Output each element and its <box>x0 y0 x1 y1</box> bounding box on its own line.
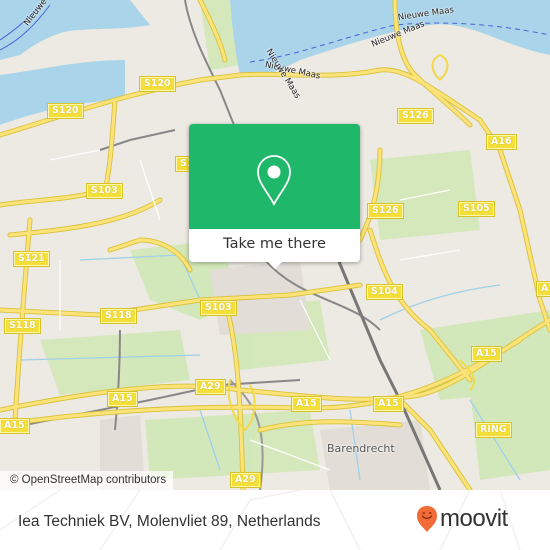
place-label-barendrecht: Barendrecht <box>327 442 395 455</box>
road-shield-a16: A16 <box>486 134 517 150</box>
road-shield-a15: A15 <box>471 346 502 362</box>
road-shield-a29: A29 <box>195 379 226 395</box>
road-shield-a15: A15 <box>0 418 30 434</box>
road-shield-s104: S104 <box>366 284 403 300</box>
take-me-there-button[interactable]: Take me there <box>189 229 360 262</box>
road-shield-s120: S120 <box>139 76 176 92</box>
road-shield-ring: RING <box>475 422 512 438</box>
road-shield-a16: A16 <box>536 281 550 297</box>
road-shield-s103: S103 <box>200 300 237 316</box>
map-attribution[interactable]: © OpenStreetMap contributors <box>0 471 174 490</box>
address-text: Iea Techniek BV, Molenvliet 89, Netherla… <box>18 513 321 530</box>
road-shield-s121: S121 <box>13 251 50 267</box>
map[interactable]: Nieuwe Nieuwe Maas Nieuwe Maas Nieuwe Ma… <box>0 0 550 490</box>
footer: Iea Techniek BV, Molenvliet 89, Netherla… <box>0 490 550 550</box>
road-shield-s126: S126 <box>367 203 404 219</box>
moovit-wordmark: moovit <box>440 505 508 532</box>
road-shield-s120: S120 <box>47 103 84 119</box>
moovit-smiley-pin-icon <box>417 506 437 532</box>
road-shield-s103: S103 <box>86 183 123 199</box>
road-shield-a15: A15 <box>373 396 404 412</box>
location-popup[interactable]: Take me there <box>189 124 360 269</box>
road-shield-s118: S118 <box>4 318 41 334</box>
popup-pointer <box>267 261 283 269</box>
location-pin-icon <box>257 155 291 206</box>
road-shield-a29: A29 <box>230 472 261 488</box>
moovit-logo[interactable]: moovit <box>416 504 508 534</box>
road-shield-s105: S105 <box>458 201 495 217</box>
popup-header[interactable] <box>189 124 360 229</box>
road-shield-s126: S126 <box>397 108 434 124</box>
road-shield-a15: A15 <box>291 396 322 412</box>
road-shield-s118: S118 <box>100 308 137 324</box>
road-shield-a15: A15 <box>107 391 138 407</box>
